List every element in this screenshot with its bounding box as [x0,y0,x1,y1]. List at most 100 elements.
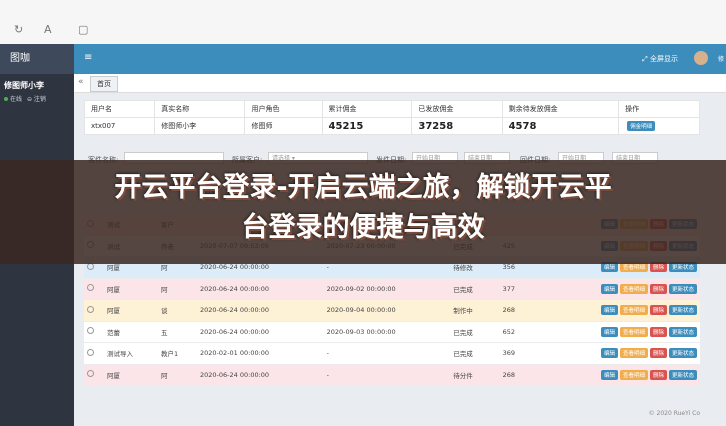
row-radio[interactable] [84,342,104,365]
summary-paid: 37258 [411,117,503,135]
text-size-icon[interactable]: A [44,23,52,36]
table-row[interactable]: 阿厦阿 2020-06-24 00:00:00- 待分件 268 编辑 查看明细 删除 更新状… [84,364,700,386]
cell-actions: 编辑查看明细删除更新状态 [524,278,700,300]
top-navbar: ≡ ⤢ 全屏显示 修 [74,44,726,74]
edit-button[interactable]: 编辑 [600,326,618,337]
cell-send-date: 2020-06-24 00:00:00 [197,364,324,386]
logout-label: 注销 [33,96,46,103]
table-row[interactable]: 阿厦阿 2020-06-24 00:00:00 2020-09-02 00:00:0… [84,278,700,300]
update-status-button[interactable]: 更新状态 [668,283,697,294]
edit-button[interactable]: 编辑 [600,369,618,380]
radio-icon[interactable] [87,327,94,335]
summary-data-row: xtx007 修图师小李 修图师 45215 37258 4578 佣金明细 [83,117,700,135]
user-status: 在线 ⊖ 注销 [4,94,70,103]
cell-name: 阿厦 [104,364,158,386]
cell-client: 五 [157,321,198,343]
cell-name: 测试导入 [104,342,158,365]
update-status-button[interactable]: 更新状态 [668,348,697,359]
edit-button[interactable]: 编辑 [600,305,618,316]
row-radio[interactable] [84,364,104,386]
cell-actions: 编辑查看明细删除更新状态 [524,364,700,386]
row-radio[interactable] [84,278,104,300]
cell-client: 教户1 [157,342,198,365]
cell-client: 阿 [157,364,198,386]
table-row[interactable]: 范蕾五 2020-06-24 00:00:00 2020-09-03 00:00:0… [84,321,700,343]
header-remaining: 剩余待发放佣金 [501,100,620,118]
header-total: 累计佣金 [321,100,413,118]
user-short-name[interactable]: 修 [718,54,724,63]
sidebar-toggle-icon[interactable]: ▢ [78,23,88,36]
cell-client: 阿 [157,278,198,300]
header-paid: 已发放佣金 [411,100,503,118]
delete-button[interactable]: 删除 [649,326,667,337]
fullscreen-button[interactable]: ⤢ 全屏显示 [642,54,678,64]
radio-icon[interactable] [87,348,94,356]
hamburger-icon[interactable]: ≡ [84,52,92,63]
commission-detail-label: 佣金明细 [627,121,656,131]
summary-total: 45215 [321,117,413,135]
summary-username: xtx007 [83,117,156,135]
radio-icon[interactable] [87,284,94,292]
cell-return-date: 2020-09-03 00:00:00 [323,321,451,343]
delete-button[interactable]: 删除 [649,369,667,380]
tab-scroll-left-icon[interactable]: « [78,77,84,87]
copyright: © 2020 RueYi Co [648,410,700,417]
summary-role: 修图师 [244,117,323,135]
cell-amount: 652 [493,321,525,343]
update-status-button[interactable]: 更新状态 [668,326,697,337]
header-realname: 真实名称 [154,100,246,118]
banner-line-1: 开云平台登录-开启云端之旅，解锁开云平 [114,172,612,203]
detail-button[interactable]: 查看明细 [619,326,648,337]
summary-header-row: 用户名 真实名称 用户角色 累计佣金 已发放佣金 剩余待发放佣金 操作 [83,100,700,118]
commission-summary-table: 用户名 真实名称 用户角色 累计佣金 已发放佣金 剩余待发放佣金 操作 xtx0… [83,100,700,135]
tab-bar: « 首页 [74,74,726,93]
radio-icon[interactable] [87,370,94,378]
cell-send-date: 2020-06-24 00:00:00 [197,278,324,300]
table-row[interactable]: 阿厦谈 2020-06-24 00:00:00 2020-09-04 00:00:0… [84,299,700,322]
cell-send-date: 2020-06-24 00:00:00 [197,321,324,343]
cell-actions: 编辑查看明细删除更新状态 [524,321,700,343]
table-row[interactable]: 测试导入 教户1 2020-02-01 00:00:00- 已完成 369 编辑 查看明细删… [84,342,700,365]
banner-title: 开云平台登录-开启云端之旅，解锁开云平 台登录的便捷与高效 [0,168,726,248]
cell-return-date: - [323,342,451,365]
update-status-button[interactable]: 更新状态 [668,369,697,380]
detail-button[interactable]: 查看明细 [619,369,648,380]
reload-icon[interactable]: ↻ [14,23,23,36]
cell-amount: 268 [493,364,525,386]
cell-return-date: - [323,364,451,386]
detail-button[interactable]: 查看明细 [619,305,648,316]
delete-button[interactable]: 删除 [649,305,667,316]
browser-toolbar: ↻ A ▢ [0,0,726,45]
cell-send-date: 2020-02-01 00:00:00 [197,342,324,365]
cell-name: 阿厦 [104,299,158,322]
summary-realname: 修图师小李 [154,117,246,135]
online-dot-icon [4,97,8,101]
cell-name: 范蕾 [104,321,158,343]
tab-home[interactable]: 首页 [90,76,118,92]
cell-return-date: 2020-09-04 00:00:00 [323,299,451,322]
cell-name: 阿厦 [104,278,158,300]
status-online: 在线 [10,96,23,103]
edit-button[interactable]: 编辑 [600,283,618,294]
cell-return-date: 2020-09-02 00:00:00 [323,278,451,300]
user-panel: 修图师小李 在线 ⊖ 注销 [0,74,74,109]
cell-send-date: 2020-06-24 00:00:00 [197,299,324,322]
cell-status: 已完成 [450,342,494,365]
summary-remaining: 4578 [501,117,620,135]
edit-button[interactable]: 编辑 [600,348,618,359]
update-status-button[interactable]: 更新状态 [668,305,697,316]
radio-icon[interactable] [87,305,94,313]
detail-button[interactable]: 查看明细 [619,283,648,294]
fullscreen-label: 全屏显示 [650,55,678,63]
cell-actions: 编辑查看明细删除更新状态 [524,299,700,322]
row-radio[interactable] [84,299,104,322]
app-logo[interactable]: 图咖 [0,44,74,74]
commission-detail-button[interactable]: 佣金明细 [618,117,700,135]
logout-link[interactable]: ⊖ 注销 [27,96,46,103]
overlay-banner: 开云平台登录-开启云端之旅，解锁开云平 台登录的便捷与高效 [0,160,726,264]
avatar[interactable] [694,51,708,65]
delete-button[interactable]: 删除 [649,283,667,294]
row-radio[interactable] [84,321,104,343]
delete-button[interactable]: 删除 [649,348,667,359]
detail-button[interactable]: 查看明细 [619,348,648,359]
